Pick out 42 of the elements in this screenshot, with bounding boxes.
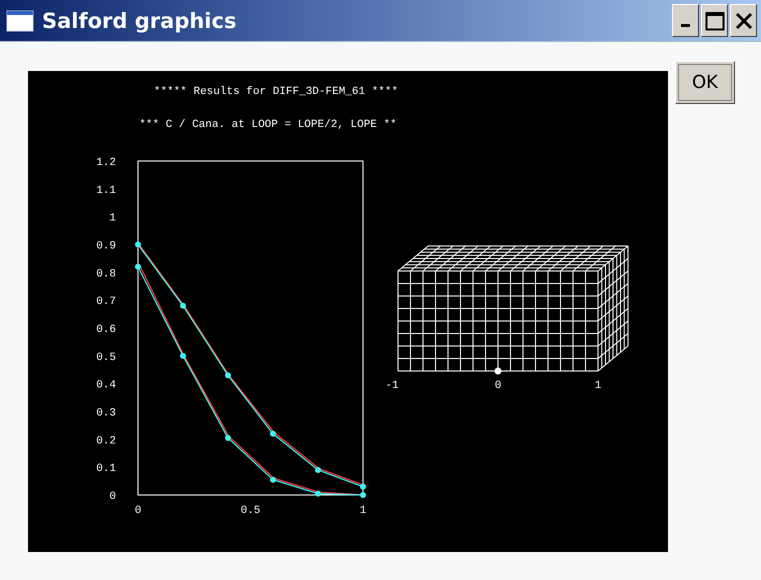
data-point [270, 476, 276, 483]
data-point [135, 264, 141, 270]
y-tick-label: 1.1 [96, 184, 116, 197]
plot-title: *** C / Cana. at LOOP = LOPE/2, LOPE ** [139, 119, 397, 131]
plot-title: ***** Results for DIFF_3D-FEM_61 **** [154, 86, 398, 98]
mesh-axis-label: -1 [385, 380, 399, 392]
y-tick-label: 0.4 [96, 380, 116, 392]
minimize-button[interactable] [672, 4, 699, 37]
ok-button[interactable]: OK [675, 61, 735, 104]
mesh-axis-label: 1 [594, 380, 602, 392]
data-point [225, 372, 231, 378]
x-tick-label: 0.5 [240, 505, 260, 517]
x-tick-label: 1 [360, 505, 366, 517]
y-tick-label: 0.8 [96, 268, 116, 280]
data-point [360, 484, 366, 490]
data-point [225, 434, 231, 441]
y-tick-label: 1 [109, 212, 116, 225]
mesh-axis-label: 0 [494, 380, 502, 392]
data-point [315, 490, 321, 497]
window-icon [6, 10, 34, 32]
maximize-button[interactable] [701, 4, 728, 37]
maximize-icon [704, 10, 724, 30]
data-point [270, 430, 276, 437]
data-point [180, 352, 186, 359]
close-icon [734, 12, 752, 30]
y-tick-label: 0.9 [96, 240, 116, 252]
data-point [180, 302, 186, 309]
data-point [315, 466, 321, 473]
data-point [135, 242, 141, 248]
y-tick-label: 0.7 [96, 296, 116, 308]
y-tick-label: 0.3 [96, 408, 116, 420]
close-button[interactable] [730, 4, 757, 37]
x-tick-label: 0 [134, 505, 142, 517]
window-title: Salford graphics [42, 8, 238, 32]
minimize-icon [681, 24, 690, 27]
y-tick-label: 0.5 [96, 352, 116, 364]
y-tick-label: 0 [109, 491, 116, 503]
y-tick-label: 0.6 [96, 324, 116, 336]
y-tick-label: 0.1 [96, 463, 116, 476]
data-point [360, 492, 366, 498]
y-tick-label: 1.2 [96, 157, 116, 169]
y-tick-label: 0.2 [96, 435, 116, 448]
